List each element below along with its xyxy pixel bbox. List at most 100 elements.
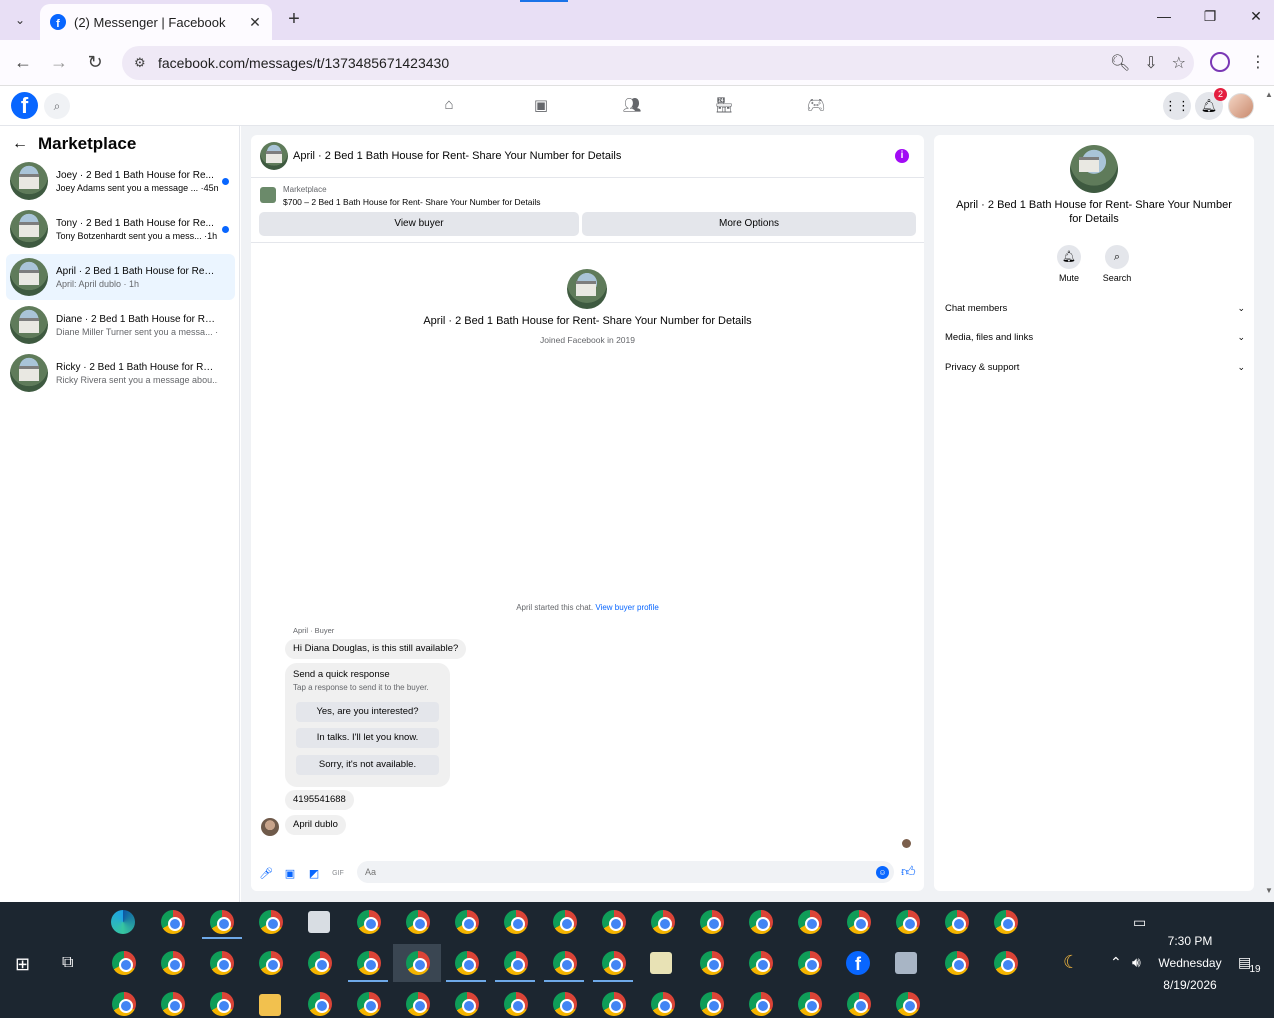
sticker-icon[interactable]: ◩	[306, 866, 322, 882]
chrome-icon[interactable]	[308, 992, 332, 1016]
chrome-icon[interactable]	[847, 910, 871, 934]
browser-tab[interactable]: f (2) Messenger | Facebook ✕	[40, 4, 272, 40]
chrome-icon[interactable]	[553, 910, 577, 934]
back-arrow-icon[interactable]: ←	[11, 52, 35, 72]
sender-avatar[interactable]	[261, 818, 279, 836]
chrome-icon[interactable]	[602, 951, 626, 975]
chrome-icon[interactable]	[749, 951, 773, 975]
chrome-icon[interactable]	[112, 951, 136, 975]
chrome-icon[interactable]	[602, 992, 626, 1016]
chrome-icon[interactable]	[994, 951, 1018, 975]
conversation-item[interactable]: Joey · 2 Bed 1 Bath House for Re... Joey…	[6, 158, 235, 204]
quick-reply-button[interactable]: Yes, are you interested?	[296, 702, 439, 722]
chrome-icon[interactable]	[504, 951, 528, 975]
reels-icon[interactable]: ▣	[531, 96, 551, 116]
chrome-icon[interactable]	[210, 951, 234, 975]
chrome-icon[interactable]	[847, 992, 871, 1016]
microphone-icon[interactable]: 🎤︎	[258, 866, 274, 882]
scrollbar-up-arrow-icon[interactable]: ▲	[1265, 90, 1273, 99]
network-icon[interactable]: ▭	[1133, 914, 1146, 931]
chrome-icon[interactable]	[455, 992, 479, 1016]
clock-day[interactable]: Wednesday	[1150, 956, 1230, 970]
mute-button[interactable]: 🔔︎ Mute	[1044, 245, 1094, 283]
chrome-icon[interactable]	[553, 992, 577, 1016]
chrome-icon[interactable]	[259, 910, 283, 934]
chrome-icon[interactable]	[406, 992, 430, 1016]
tab-search-chevron-icon[interactable]: ⌄	[8, 8, 32, 32]
chrome-icon[interactable]	[357, 910, 381, 934]
edge-icon[interactable]	[111, 910, 135, 934]
chrome-icon[interactable]	[308, 951, 332, 975]
clock-date[interactable]: 8/19/2026	[1150, 978, 1230, 992]
chrome-icon[interactable]	[210, 992, 234, 1016]
windows-start-icon[interactable]: ⊞	[15, 954, 30, 975]
app-icon[interactable]	[650, 952, 672, 974]
chrome-icon[interactable]	[455, 910, 479, 934]
chrome-icon[interactable]	[161, 910, 185, 934]
chrome-icon[interactable]	[112, 992, 136, 1016]
clock-time[interactable]: 7:30 PM	[1150, 934, 1230, 948]
scrollbar-down-arrow-icon[interactable]: ▼	[1265, 886, 1273, 895]
marketplace-icon[interactable]: 🏪︎	[714, 96, 734, 116]
thumbs-up-icon[interactable]: 👍︎	[901, 863, 916, 880]
url-bar[interactable]: ⚙ facebook.com/messages/t/13734856714234…	[122, 46, 1194, 80]
conversation-item[interactable]: Ricky · 2 Bed 1 Bath House for Ren... Ri…	[6, 350, 235, 396]
browser-menu-icon[interactable]: ⋮	[1250, 52, 1266, 72]
volume-icon[interactable]: 🔊︎	[1132, 954, 1141, 971]
chrome-icon[interactable]	[945, 951, 969, 975]
home-icon[interactable]: ⌂	[439, 96, 459, 116]
tab-close-icon[interactable]: ✕	[246, 14, 264, 31]
reload-icon[interactable]: ↻	[83, 52, 107, 72]
chrome-icon[interactable]	[798, 910, 822, 934]
view-buyer-profile-link[interactable]: View buyer profile	[595, 603, 658, 612]
restore-icon[interactable]: ❐	[1198, 8, 1222, 25]
privacy-support-row[interactable]: Privacy & support ⌄	[945, 362, 1245, 373]
bookmark-star-icon[interactable]: ☆	[1172, 53, 1186, 73]
chrome-icon[interactable]	[553, 951, 577, 975]
friends-icon[interactable]: 👥︎	[622, 96, 642, 116]
view-buyer-button[interactable]: View buyer	[259, 212, 579, 236]
file-explorer-icon[interactable]	[259, 994, 281, 1016]
browser-profile-icon[interactable]	[1210, 52, 1230, 72]
chrome-icon[interactable]	[259, 951, 283, 975]
facebook-logo[interactable]: f	[11, 92, 38, 119]
emoji-icon[interactable]: ☺	[876, 866, 889, 879]
chrome-icon[interactable]	[504, 992, 528, 1016]
chat-title[interactable]: April · 2 Bed 1 Bath House for Rent- Sha…	[293, 150, 621, 162]
conversation-item[interactable]: Diane · 2 Bed 1 Bath House for Ren... Di…	[6, 302, 235, 348]
task-view-icon[interactable]: ⧉	[62, 954, 73, 972]
chrome-icon[interactable]	[798, 951, 822, 975]
chrome-icon[interactable]	[504, 910, 528, 934]
install-app-icon[interactable]: ⇩	[1144, 53, 1157, 73]
chrome-icon[interactable]	[749, 992, 773, 1016]
chrome-icon[interactable]	[357, 992, 381, 1016]
chrome-icon[interactable]	[700, 910, 724, 934]
chrome-icon[interactable]	[651, 910, 675, 934]
gif-icon[interactable]: GIF	[330, 866, 346, 882]
chrome-icon[interactable]	[357, 951, 381, 975]
new-tab-plus-icon[interactable]: +	[282, 8, 306, 32]
app-icon[interactable]	[308, 911, 330, 933]
chrome-icon[interactable]	[994, 910, 1018, 934]
quick-reply-button[interactable]: Sorry, it's not available.	[296, 755, 439, 775]
chrome-icon[interactable]	[406, 910, 430, 934]
info-icon[interactable]: i	[895, 149, 909, 163]
quick-reply-button[interactable]: In talks. I'll let you know.	[296, 728, 439, 748]
facebook-app-icon[interactable]: f	[846, 951, 870, 975]
photo-icon[interactable]: ▣	[282, 866, 298, 882]
night-light-moon-icon[interactable]: ☾	[1063, 952, 1079, 973]
chat-members-row[interactable]: Chat members ⌄	[945, 303, 1245, 314]
chrome-icon[interactable]	[161, 951, 185, 975]
back-arrow-icon[interactable]: ←	[12, 135, 28, 153]
fb-search-icon[interactable]: ⌕	[44, 93, 70, 119]
chrome-icon[interactable]	[700, 951, 724, 975]
more-options-button[interactable]: More Options	[582, 212, 916, 236]
conversation-item[interactable]: Tony · 2 Bed 1 Bath House for Re... Tony…	[6, 206, 235, 252]
app-icon[interactable]	[895, 952, 917, 974]
forward-arrow-icon[interactable]: →	[47, 52, 71, 72]
chrome-icon[interactable]	[896, 992, 920, 1016]
chrome-icon[interactable]	[798, 992, 822, 1016]
site-settings-icon[interactable]: ⚙	[134, 55, 154, 71]
zoom-icon[interactable]: 🔍︎	[1110, 53, 1130, 73]
media-files-links-row[interactable]: Media, files and links ⌄	[945, 332, 1245, 343]
